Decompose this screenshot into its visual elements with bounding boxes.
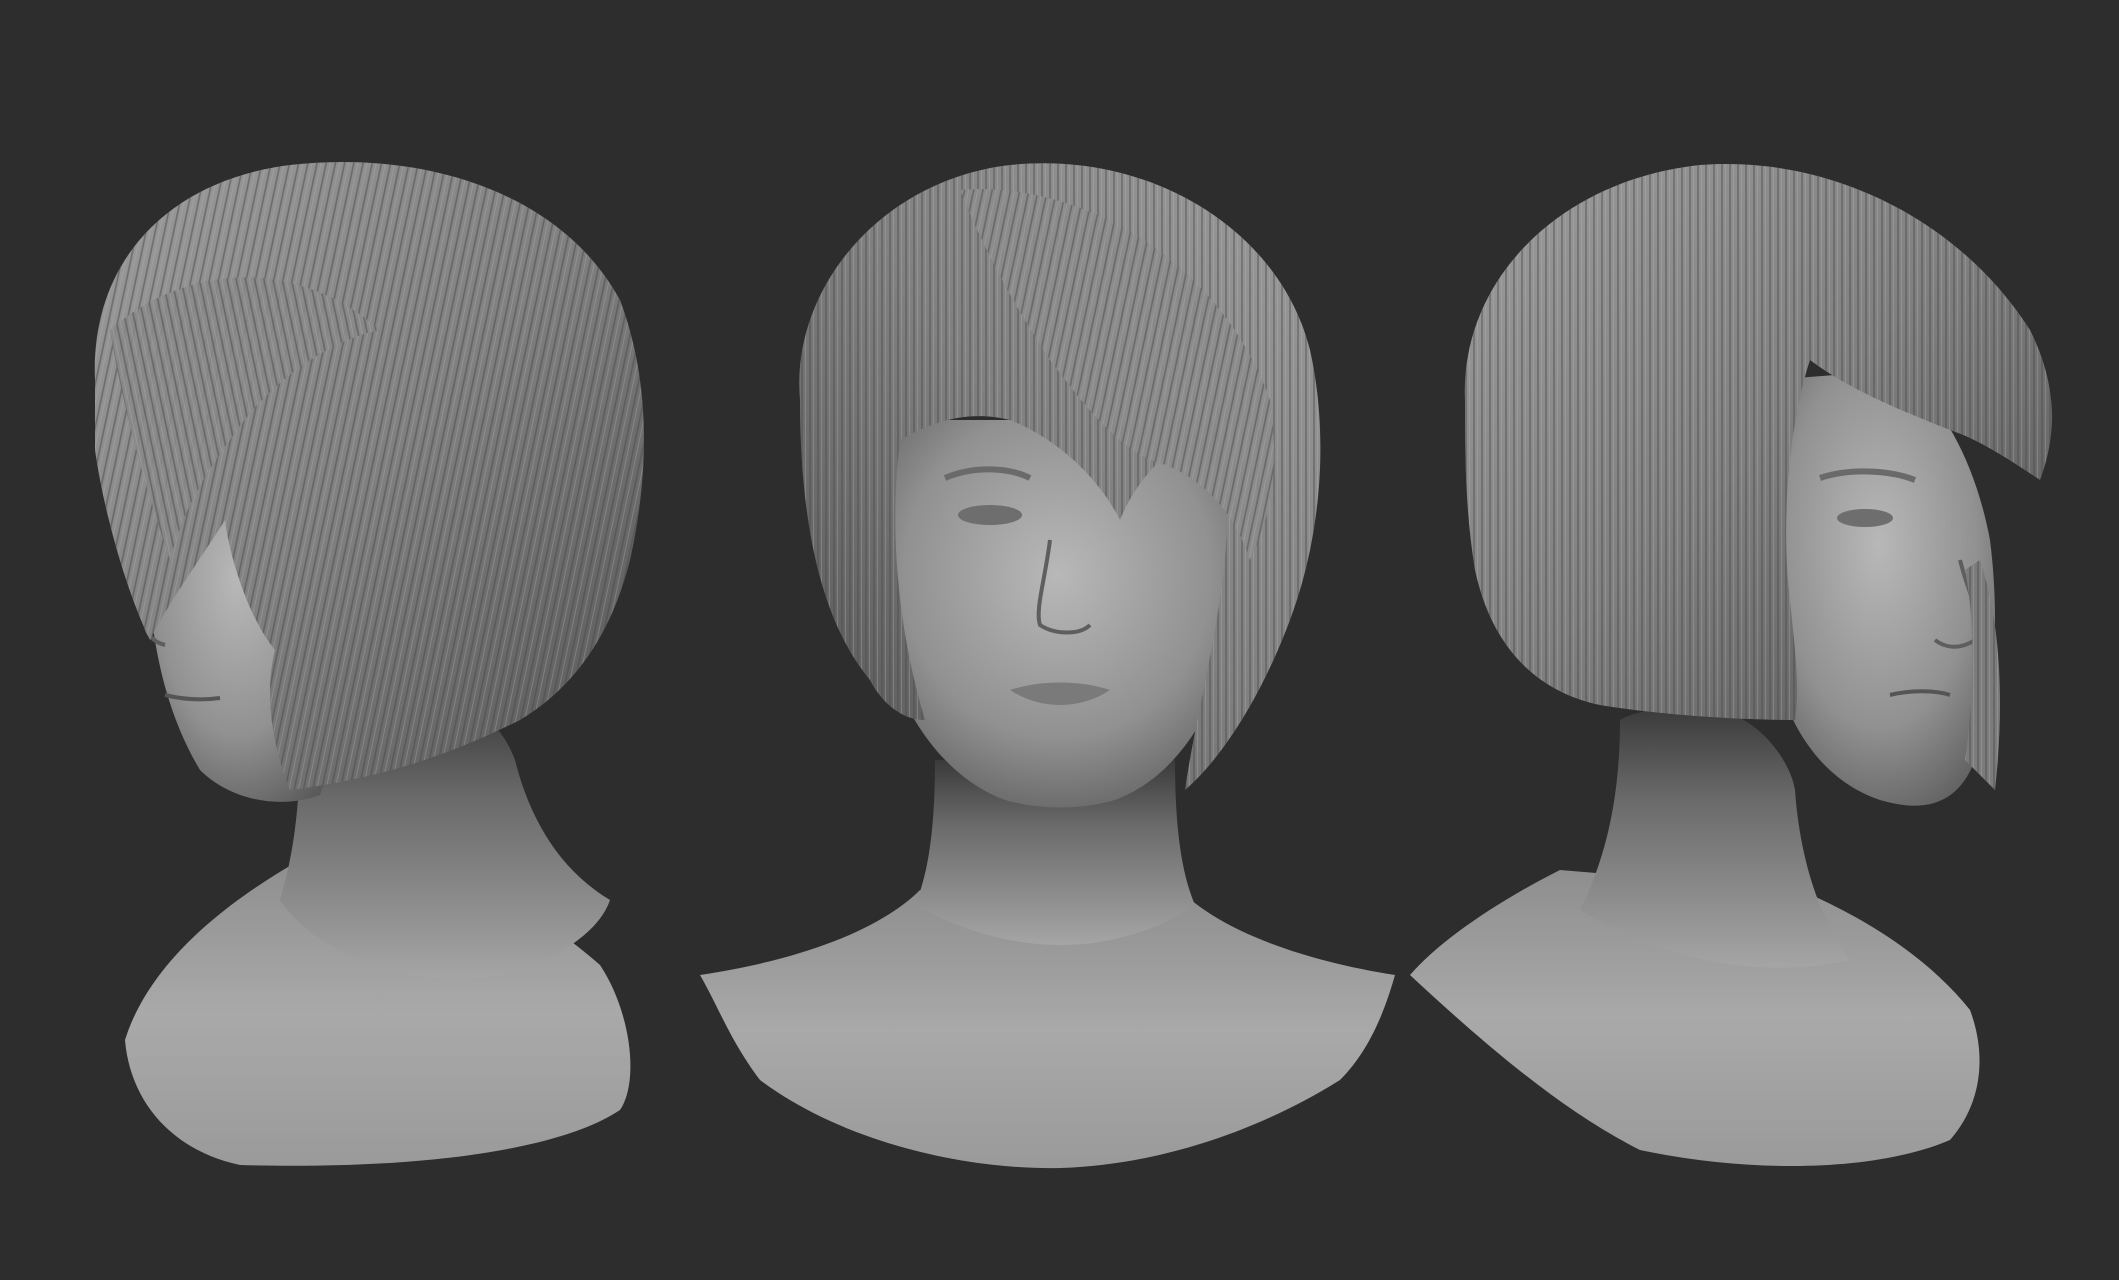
render-viewport <box>0 0 2119 1280</box>
front-bust-face <box>873 420 1242 808</box>
right-bust-face <box>1762 370 1995 806</box>
front-bust-left-eye <box>958 505 1022 525</box>
bust-front <box>700 163 1395 1169</box>
bust-three-quarter-right <box>1410 163 2052 1167</box>
right-bust-eye <box>1837 509 1893 527</box>
bust-three-quarter-left <box>94 161 644 1166</box>
sculpt-render-canvas <box>94 161 2052 1169</box>
